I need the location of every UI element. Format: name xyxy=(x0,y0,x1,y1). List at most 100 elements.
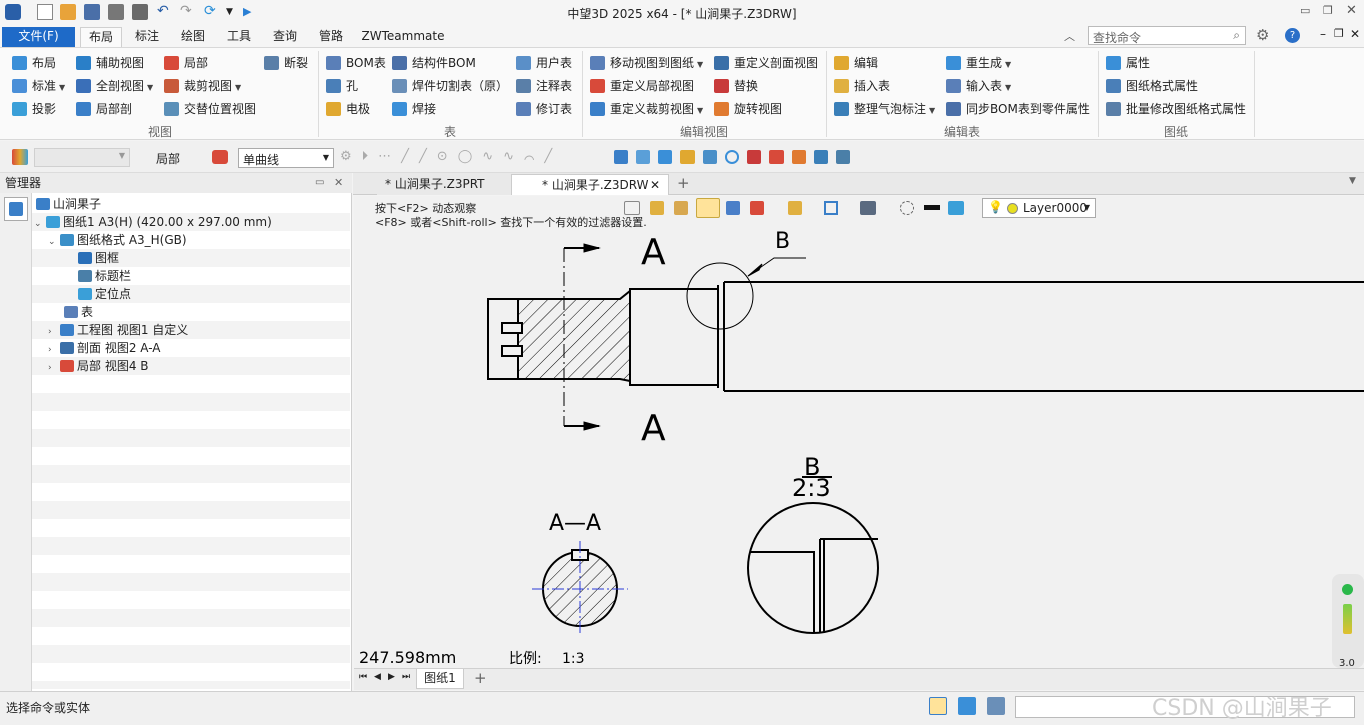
hole-table-button[interactable]: 孔 xyxy=(326,77,358,95)
tab-annotate[interactable]: 标注 xyxy=(126,27,168,47)
rotate-view-button[interactable]: 旋转视图 xyxy=(714,100,782,118)
sync-bom-button[interactable]: 同步BOM表到零件属性 xyxy=(946,100,1090,118)
curve-type-select[interactable]: 单曲线 ▼ xyxy=(238,148,334,168)
weld-button[interactable]: 焊接 xyxy=(392,100,436,118)
pick-mode-icon[interactable] xyxy=(212,150,228,164)
tab-layout[interactable]: 布局 xyxy=(80,27,122,47)
break-button[interactable]: 断裂 xyxy=(264,54,308,72)
user-table-button[interactable]: 用户表 xyxy=(516,54,572,72)
close-tab-icon[interactable]: ✕ xyxy=(650,175,660,195)
command-search-box[interactable]: 查找命令 ⌕ xyxy=(1088,26,1246,45)
organize-balloon-button[interactable]: 整理气泡标注 ▼ xyxy=(834,100,935,118)
full-section-button[interactable]: 全剖视图 ▼ xyxy=(76,77,153,95)
alt-position-button[interactable]: 交替位置视图 xyxy=(164,100,256,118)
minimize-button[interactable]: ▭ xyxy=(1300,4,1314,18)
filter-icon[interactable] xyxy=(12,149,28,165)
settings-gear-icon[interactable]: ⚙ xyxy=(1256,26,1269,44)
section-view-aa[interactable] xyxy=(532,541,628,636)
electrode-button[interactable]: 电极 xyxy=(326,100,370,118)
doc-close-button[interactable]: ✕ xyxy=(1350,27,1360,41)
doc-minimize-button[interactable]: – xyxy=(1320,27,1326,41)
view-tool-icons[interactable] xyxy=(614,150,851,166)
regenerate-button[interactable]: 重生成 ▼ xyxy=(946,54,1011,72)
drawing-sheet[interactable]: A A B A—A B 2:3 247.598mm 比例: 1:3 xyxy=(354,196,1364,668)
search-icon[interactable]: ⌕ xyxy=(1233,28,1240,43)
projection-button[interactable]: 投影 xyxy=(12,100,56,118)
redefine-crop-button[interactable]: 重定义裁剪视图 ▼ xyxy=(590,100,703,118)
view-mode-2-icon[interactable] xyxy=(958,697,976,715)
last-sheet-icon[interactable]: ⏭ xyxy=(402,672,410,682)
tab-part-document[interactable]: * 山涧果子.Z3PRT xyxy=(377,174,511,195)
local-section-button[interactable]: 局部剖 xyxy=(76,100,132,118)
tree-row-view1[interactable]: › 工程图 视图1 自定义 xyxy=(32,321,350,339)
doc-restore-button[interactable]: ❐ xyxy=(1334,27,1344,40)
first-sheet-icon[interactable]: ⏮ xyxy=(359,672,367,682)
next-sheet-icon[interactable]: ▶ xyxy=(388,672,395,682)
main-shaft-view[interactable] xyxy=(487,281,1364,392)
restore-button[interactable]: ❐ xyxy=(1323,4,1337,18)
close-window-button[interactable]: ✕ xyxy=(1346,3,1360,18)
redefine-crop-icon xyxy=(590,102,605,116)
panel-close-icon[interactable]: ✕ xyxy=(334,173,343,193)
tab-tools[interactable]: 工具 xyxy=(218,27,260,47)
collapse-ribbon-icon[interactable]: ︿ xyxy=(1064,28,1075,44)
tree-row-view2[interactable]: › 剖面 视图2 A-A xyxy=(32,339,350,357)
structure-bom-button[interactable]: 结构件BOM xyxy=(392,54,476,72)
tab-list-icon[interactable]: ▼ xyxy=(1349,176,1356,186)
tab-query[interactable]: 查询 xyxy=(264,27,306,47)
prev-sheet-icon[interactable]: ◀ xyxy=(374,672,381,682)
panel-pin-icon[interactable]: ▭ xyxy=(315,173,324,193)
replace-button[interactable]: 替换 xyxy=(714,77,758,95)
bom-button[interactable]: BOM表 xyxy=(326,54,386,72)
note-table-button[interactable]: 注释表 xyxy=(516,77,572,95)
editview-group-label: 编辑视图 xyxy=(679,125,728,139)
tab-draw[interactable]: 绘图 xyxy=(172,27,214,47)
redefine-section-button[interactable]: 重定义剖面视图 xyxy=(714,54,818,72)
tree-row-table[interactable]: 表 xyxy=(32,303,350,321)
snap-icons-group[interactable]: ⚙⏵⋯╱╱⊙◯∿∿⌒╱ xyxy=(340,150,602,164)
insert-table-button[interactable]: 插入表 xyxy=(834,77,890,95)
properties-button[interactable]: 属性 xyxy=(1106,54,1150,72)
sheet-format-props-button[interactable]: 图纸格式属性 xyxy=(1106,77,1198,95)
input-table-button[interactable]: 输入表 ▼ xyxy=(946,77,1011,95)
tab-zwteammate[interactable]: ZWTeammate xyxy=(360,27,446,47)
tab-drawing-document[interactable]: * 山涧果子.Z3DRW ✕ xyxy=(511,174,669,195)
file-menu-button[interactable]: 文件(F) xyxy=(2,27,75,47)
detail-circle-b[interactable] xyxy=(686,257,806,330)
standard-button[interactable]: 标准 ▼ xyxy=(12,77,65,95)
section-view-icon xyxy=(60,342,74,354)
tree-row-frame[interactable]: 图框 xyxy=(32,249,350,267)
edit-icon xyxy=(834,56,849,70)
detail-button[interactable]: 局部 xyxy=(164,54,208,72)
tree-row-anchor[interactable]: 定位点 xyxy=(32,285,350,303)
batch-edit-format-button[interactable]: 批量修改图纸格式属性 xyxy=(1106,100,1246,118)
drawing-canvas[interactable]: 按下<F2> 动态观察 <F8> 或者<Shift-roll> 查找下一个有效的… xyxy=(354,196,1364,668)
layout-button[interactable]: 布局 xyxy=(12,54,56,72)
command-search-input[interactable]: 查找命令 xyxy=(1093,29,1141,46)
manager-panel: 管理器 ▭ ✕ 山涧果子 ⌄ 图纸1 A3(H) (420.00 x 297.00… xyxy=(0,173,352,691)
crop-view-button[interactable]: 裁剪视图 ▼ xyxy=(164,77,241,95)
sheet-tab-1[interactable]: 图纸1 xyxy=(416,669,464,689)
tree-row-titleblock[interactable]: 标题栏 xyxy=(32,267,350,285)
redefine-detail-button[interactable]: 重定义局部视图 xyxy=(590,77,694,95)
revision-table-button[interactable]: 修订表 xyxy=(516,100,572,118)
tree-row-sheet[interactable]: ⌄ 图纸1 A3(H) (420.00 x 297.00 mm) xyxy=(32,213,350,231)
sheet-icon xyxy=(46,216,60,228)
add-sheet-icon[interactable]: + xyxy=(474,669,487,687)
view-mode-3-icon[interactable] xyxy=(987,697,1005,715)
weld-cut-table-button[interactable]: 焊件切割表（原） xyxy=(392,77,508,95)
edit-button[interactable]: 编辑 xyxy=(834,54,878,72)
filter-select[interactable]: ▼ xyxy=(34,148,130,167)
add-tab-icon[interactable]: + xyxy=(677,174,690,192)
detail-view-b[interactable] xyxy=(747,502,879,634)
tree-row-root[interactable]: 山涧果子 xyxy=(32,195,350,213)
tree-row-sheet-format[interactable]: ⌄ 图纸格式 A3_H(GB) xyxy=(32,231,350,249)
move-view-button[interactable]: 移动视图到图纸 ▼ xyxy=(590,54,703,72)
tab-piping[interactable]: 管路 xyxy=(310,27,352,47)
assembly-manager-icon[interactable] xyxy=(4,197,28,221)
aux-view-button[interactable]: 辅助视图 xyxy=(76,54,144,72)
input-table-icon xyxy=(946,79,961,93)
help-icon[interactable]: ? xyxy=(1285,28,1300,43)
view-mode-1-icon[interactable] xyxy=(929,697,947,715)
tree-row-view4[interactable]: › 局部 视图4 B xyxy=(32,357,350,375)
